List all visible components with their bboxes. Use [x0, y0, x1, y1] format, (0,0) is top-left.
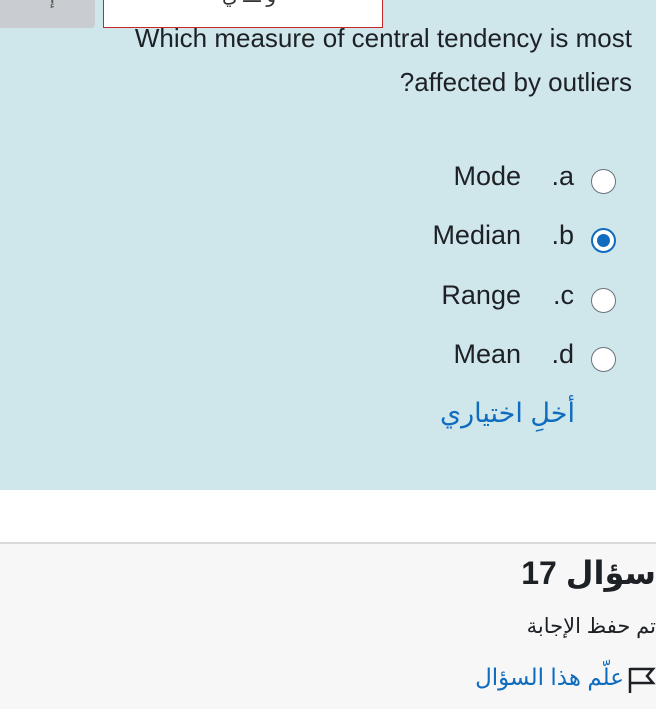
question-info-panel: سؤال 17 تم حفظ الإجابة علّم هذا السؤال: [0, 544, 656, 709]
clear-choice-link[interactable]: أخلِ اختياري: [440, 398, 575, 429]
flag-icon[interactable]: [626, 666, 656, 694]
top-input-box-text: و ـــ ي: [222, 0, 276, 8]
option-c[interactable]: Range .c: [0, 276, 656, 316]
option-c-letter: .c: [552, 280, 574, 310]
question-line-2: ?affected by outliers: [399, 67, 632, 97]
option-a-text: Mode: [453, 161, 521, 191]
question-label: سؤال: [565, 555, 656, 591]
flag-question-link[interactable]: علّم هذا السؤال: [475, 664, 624, 691]
option-a-letter: .a: [551, 161, 574, 191]
option-d-letter: .d: [551, 339, 574, 369]
question-line-1: Which measure of central tendency is mos…: [134, 23, 632, 53]
option-b-radio[interactable]: [591, 228, 616, 253]
question-panel: إ و ـــ ي Which measure of central tende…: [0, 0, 656, 490]
option-a-radio[interactable]: [591, 169, 616, 194]
question-number-heading: سؤال 17: [521, 554, 656, 592]
option-a[interactable]: Mode .a: [0, 157, 656, 197]
top-left-button-label: إ: [49, 0, 55, 9]
option-c-text: Range: [441, 280, 521, 310]
option-b[interactable]: Median .b: [0, 216, 656, 256]
answer-status: تم حفظ الإجابة: [526, 615, 656, 638]
option-d[interactable]: Mean .d: [0, 335, 656, 375]
option-b-text: Median: [432, 220, 521, 250]
question-number: 17: [521, 555, 557, 591]
option-d-text: Mean: [453, 339, 521, 369]
option-c-radio[interactable]: [591, 288, 616, 313]
option-d-radio[interactable]: [591, 347, 616, 372]
question-text: Which measure of central tendency is mos…: [52, 16, 632, 104]
option-b-letter: .b: [551, 220, 574, 250]
